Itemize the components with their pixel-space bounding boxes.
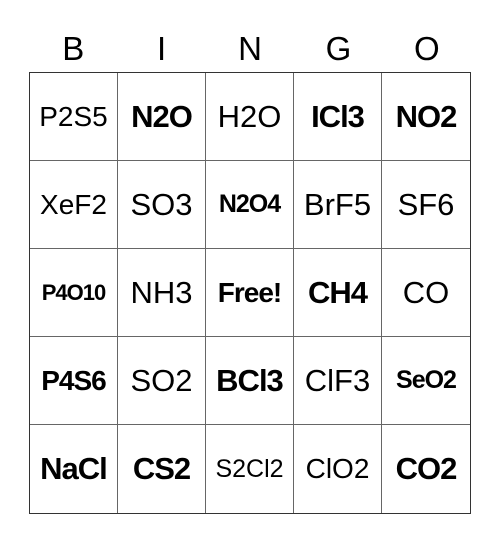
bingo-cell[interactable]: P2S5 [30,73,118,161]
bingo-cell[interactable]: Free! [206,249,294,337]
header-letter-n: N [238,30,262,67]
bingo-cell[interactable]: H2O [206,73,294,161]
bingo-cell[interactable]: SO3 [118,161,206,249]
bingo-cell[interactable]: BrF5 [294,161,382,249]
bingo-cell[interactable]: ICl3 [294,73,382,161]
header-letter-b: B [62,30,85,67]
bingo-cell[interactable]: ClF3 [294,337,382,425]
bingo-cell[interactable]: N2O [118,73,206,161]
bingo-cell[interactable]: SF6 [382,161,470,249]
bingo-cell[interactable]: CO2 [382,425,470,513]
bingo-cell[interactable]: NO2 [382,73,470,161]
bingo-cell[interactable]: CO [382,249,470,337]
header-letter-g: G [325,30,352,67]
bingo-cell[interactable]: NaCl [30,425,118,513]
bingo-cell[interactable]: XeF2 [30,161,118,249]
bingo-grid: P2S5 N2O H2O ICl3 NO2 XeF2 SO3 N2O4 BrF5 SF6 P4O10… [29,72,471,514]
bingo-header: B I N G O [29,26,471,72]
bingo-cell[interactable]: P4O10 [30,249,118,337]
bingo-cell[interactable]: SeO2 [382,337,470,425]
bingo-cell[interactable]: S2Cl2 [206,425,294,513]
bingo-cell[interactable]: BCl3 [206,337,294,425]
bingo-cell[interactable]: SO2 [118,337,206,425]
bingo-cell[interactable]: P4S6 [30,337,118,425]
bingo-cell[interactable]: CH4 [294,249,382,337]
header-letter-i: I [157,30,167,67]
header-letter-o: O [413,30,440,67]
bingo-cell[interactable]: ClO2 [294,425,382,513]
bingo-cell[interactable]: NH3 [118,249,206,337]
bingo-cell[interactable]: CS2 [118,425,206,513]
bingo-cell[interactable]: N2O4 [206,161,294,249]
